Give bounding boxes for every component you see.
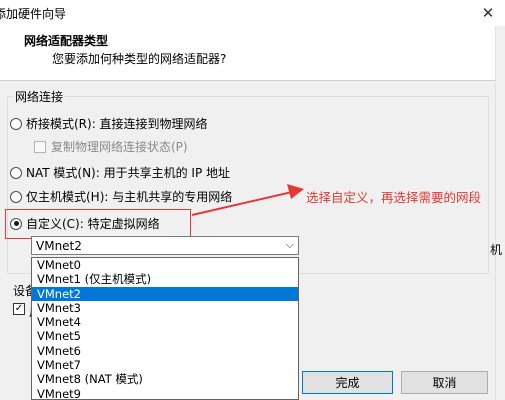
radio-host-only[interactable]: 仅主机模式(H): 与主机共享的专用网络	[10, 188, 232, 205]
dropdown-option[interactable]: VMnet0	[32, 258, 298, 272]
dropdown-option[interactable]: VMnet3	[32, 301, 298, 315]
replicate-state-checkbox[interactable]: 复制物理网络连接状态(P)	[34, 138, 188, 155]
chevron-down-icon[interactable]: ⌵	[286, 238, 294, 252]
vmnet-dropdown-list[interactable]: VMnet0 VMnet1 (仅主机模式) VMnet2 VMnet3 VMne…	[31, 257, 299, 400]
dropdown-option[interactable]: VMnet9	[32, 387, 298, 399]
radio-button[interactable]	[10, 190, 22, 203]
page-title: 网络适配器类型	[24, 34, 109, 48]
title-bar: 添加硬件向导 ✕	[0, 0, 505, 26]
dropdown-option[interactable]: VMnet5	[32, 329, 298, 343]
vmnet-select[interactable]: VMnet2 ⌵	[31, 236, 299, 255]
device-checkbox[interactable]: ✓	[13, 303, 25, 315]
window-title: 添加硬件向导	[0, 7, 67, 21]
network-connection-label: 网络连接	[13, 88, 66, 105]
close-icon[interactable]: ✕	[477, 3, 499, 23]
radio-button[interactable]	[10, 117, 22, 130]
radio-nat-label: NAT 模式(N): 用于共享主机的 IP 地址	[26, 166, 231, 180]
finish-button-label: 完成	[335, 376, 360, 390]
dropdown-option[interactable]: VMnet8 (NAT 模式)	[32, 372, 298, 386]
replicate-state-label: 复制物理网络连接状态(P)	[51, 140, 188, 154]
cancel-button[interactable]: 取消	[401, 371, 488, 394]
radio-bridged[interactable]: 桥接模式(R): 直接连接到物理网络	[10, 115, 208, 132]
dropdown-option[interactable]: VMnet4	[32, 315, 298, 329]
radio-bridged-label: 桥接模式(R): 直接连接到物理网络	[26, 117, 208, 131]
highlight-box	[5, 209, 191, 239]
dropdown-option[interactable]: VMnet6	[32, 344, 298, 358]
radio-button[interactable]	[10, 166, 22, 179]
radio-nat[interactable]: NAT 模式(N): 用于共享主机的 IP 地址	[10, 164, 230, 181]
dropdown-option[interactable]: VMnet1 (仅主机模式)	[32, 272, 298, 286]
annotation-text: 选择自定义，再选择需要的网段	[306, 190, 482, 205]
vmnet-select-value: VMnet2	[36, 239, 82, 253]
vertical-scrollbar[interactable]	[495, 26, 505, 400]
wizard-header: 网络适配器类型 您要添加何种类型的网络适配器?	[0, 26, 495, 81]
dropdown-option[interactable]: VMnet7	[32, 358, 298, 372]
checkbox[interactable]	[34, 140, 46, 153]
cancel-button-label: 取消	[432, 376, 457, 390]
dropdown-option-selected[interactable]: VMnet2	[32, 286, 298, 301]
truncated-text: 机	[490, 243, 503, 257]
radio-host-only-label: 仅主机模式(H): 与主机共享的专用网络	[26, 190, 233, 204]
finish-button[interactable]: 完成	[302, 371, 393, 394]
page-subtitle: 您要添加何种类型的网络适配器?	[52, 52, 227, 66]
